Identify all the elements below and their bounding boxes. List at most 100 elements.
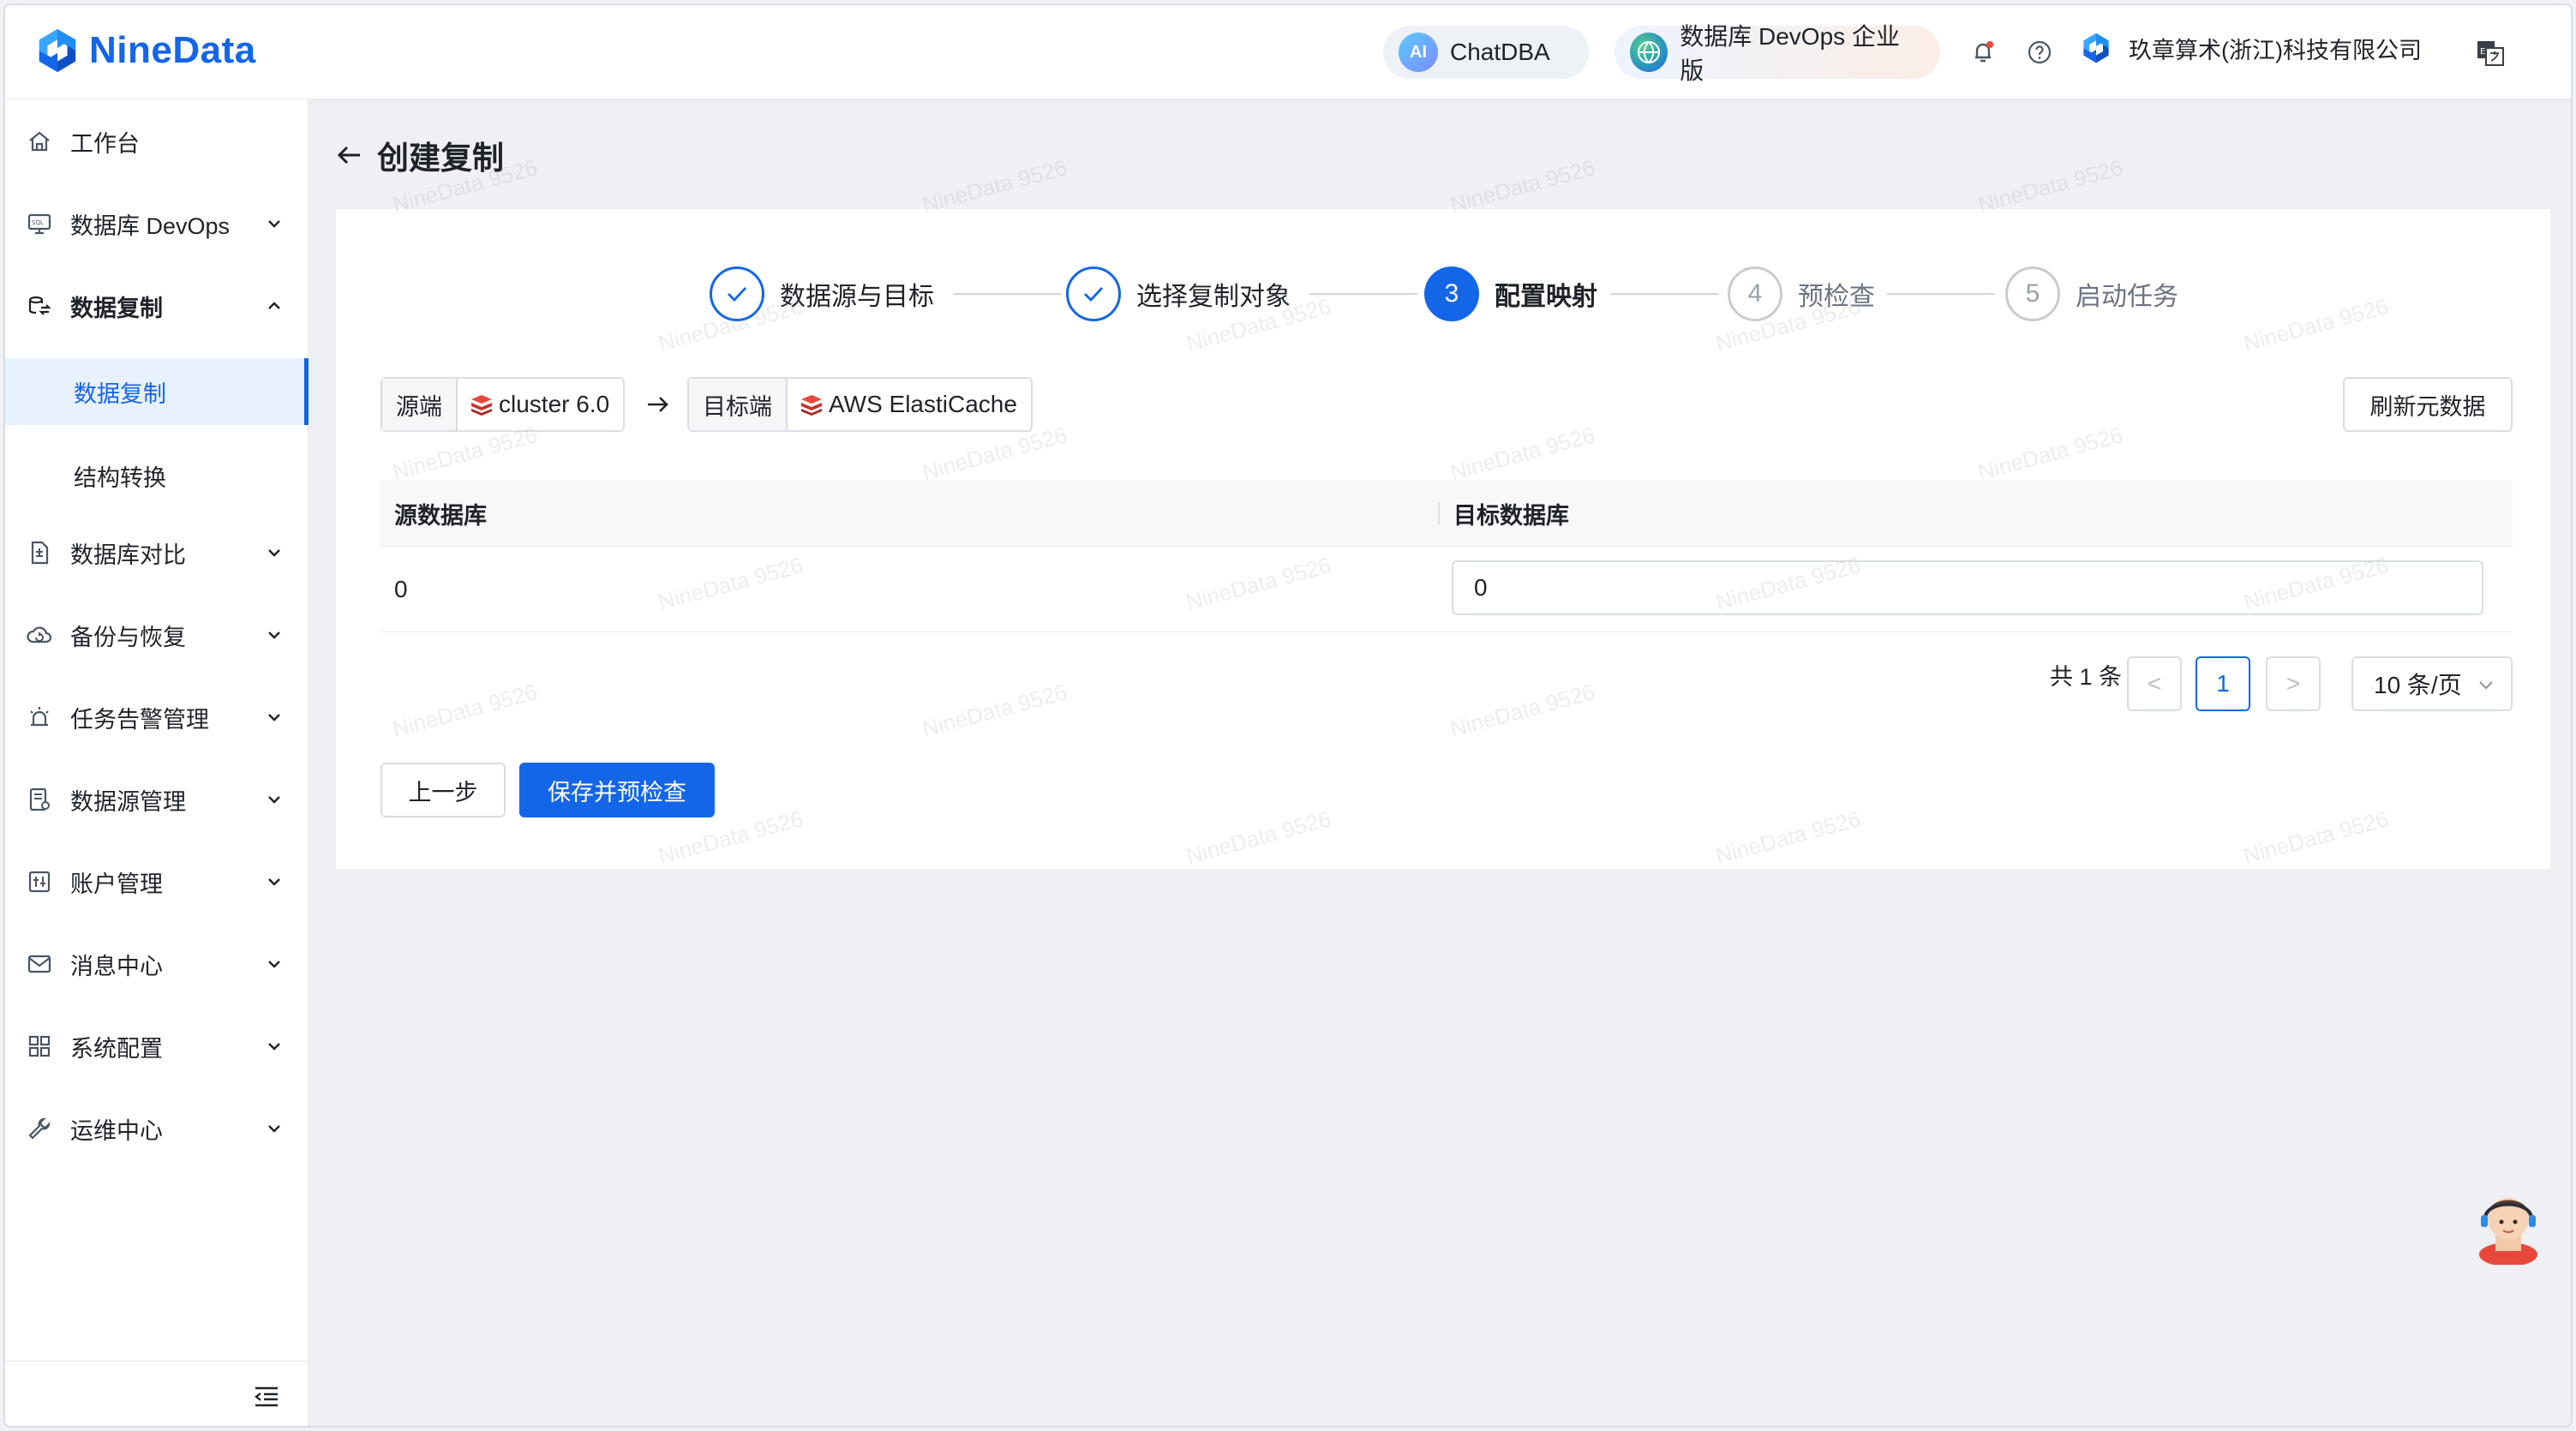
sidebar-item-devops[interactable]: SQL 数据库 DevOps <box>5 190 309 257</box>
ninedata-logo-icon <box>39 28 76 73</box>
save-and-precheck-button[interactable]: 保存并预检查 <box>519 763 715 817</box>
cloud-backup-icon <box>26 621 53 649</box>
step-label: 启动任务 <box>2076 283 2178 311</box>
target-value-text: AWS ElastiCache <box>829 391 1017 417</box>
sidebar-item-db-compare[interactable]: 数据库对比 <box>5 519 309 586</box>
source-tag: 源端 <box>382 379 458 430</box>
sidebar: 工作台 SQL 数据库 DevOps 数据复制 数据复制 结构转换 数据库对比 … <box>5 99 309 1426</box>
sidebar-item-workbench[interactable]: 工作台 <box>5 108 309 175</box>
redis-icon <box>801 395 822 416</box>
step-4: 4 预检查 <box>1728 266 1875 322</box>
sidebar-subitem-replication[interactable]: 数据复制 <box>5 358 309 425</box>
target-tag: 目标端 <box>689 379 788 430</box>
column-header-target: 目标数据库 <box>1453 502 1569 529</box>
help-icon[interactable] <box>2024 37 2055 68</box>
chevron-down-icon <box>268 1125 280 1133</box>
step-check-icon <box>1066 266 1121 321</box>
sidebar-item-label: 消息中心 <box>70 953 163 979</box>
collapse-sidebar-icon[interactable] <box>252 1382 281 1411</box>
chevron-down-icon <box>268 714 280 721</box>
step-connector <box>1611 293 1719 295</box>
company-logo-icon <box>2083 33 2109 63</box>
sidebar-item-label: 任务告警管理 <box>70 706 209 733</box>
chatdba-label: ChatDBA <box>1450 39 1550 65</box>
page-size-value: 10 条/页 <box>2374 672 2462 698</box>
chatdba-button[interactable]: AI ChatDBA <box>1383 26 1589 79</box>
sidebar-item-replication[interactable]: 数据复制 <box>5 272 309 339</box>
chevron-down-icon <box>268 796 280 804</box>
chevron-up-icon <box>268 302 280 309</box>
mapping-table-header: 源数据库 目标数据库 <box>380 480 2513 547</box>
step-5: 5 启动任务 <box>2005 266 2178 322</box>
sidebar-footer <box>5 1361 309 1426</box>
arrow-right-icon <box>648 397 668 412</box>
sql-monitor-icon: SQL <box>26 210 53 237</box>
svg-text:SQL: SQL <box>32 219 44 226</box>
back-arrow-icon[interactable] <box>334 140 365 171</box>
target-value: AWS ElastiCache <box>788 379 1031 430</box>
replication-icon <box>26 292 53 320</box>
sidebar-item-alarm[interactable]: 任务告警管理 <box>5 684 309 751</box>
sidebar-item-messages[interactable]: 消息中心 <box>5 931 309 997</box>
sidebar-item-backup[interactable]: 备份与恢复 <box>5 602 309 668</box>
sidebar-item-datasource[interactable]: 数据源管理 <box>5 766 309 833</box>
chevron-down-icon <box>268 961 280 968</box>
source-value: cluster 6.0 <box>458 379 623 430</box>
sidebar-subitem-schema-convert[interactable]: 结构转换 <box>5 442 309 509</box>
pagination-total: 共 1 条 <box>2050 664 2123 690</box>
account-icon <box>26 868 53 895</box>
mail-icon <box>26 950 53 978</box>
column-divider <box>1438 502 1440 524</box>
home-icon <box>26 128 53 155</box>
prev-page-button[interactable]: < <box>2127 656 2182 711</box>
column-header-source: 源数据库 <box>394 502 487 529</box>
target-db-input[interactable]: 0 <box>1452 560 2483 615</box>
table-row: 0 0 <box>380 547 2513 632</box>
step-3: 3 配置映射 <box>1424 266 1597 322</box>
page-1-button[interactable]: 1 <box>2196 656 2250 711</box>
source-db-cell: 0 <box>394 576 408 602</box>
page-size-select[interactable]: 10 条/页 <box>2351 656 2513 711</box>
sidebar-item-label: 系统配置 <box>70 1035 163 1062</box>
chevron-down-icon <box>268 878 280 886</box>
chevron-down-icon <box>268 1043 280 1051</box>
company-switcher[interactable]: 玖章算术(浙江)科技有限公司 <box>2079 31 2422 65</box>
globe-icon <box>1630 33 1668 72</box>
sidebar-item-settings[interactable]: 系统配置 <box>5 1013 309 1080</box>
edition-label: 数据库 DevOps 企业版 <box>1680 23 1900 84</box>
app-window: NineData AI ChatDBA 数据库 DevOps 企业版 玖章算术(… <box>3 3 2573 1428</box>
sidebar-item-label: 账户管理 <box>70 871 163 897</box>
chevron-down-icon <box>268 632 280 639</box>
step-connector <box>1309 293 1417 295</box>
sidebar-item-label: 数据复制 <box>74 380 166 407</box>
ai-icon: AI <box>1399 33 1438 72</box>
step-number: 3 <box>1424 266 1479 321</box>
step-label: 数据源与目标 <box>780 283 934 311</box>
brand-logo[interactable]: NineData <box>33 26 256 75</box>
wrench-icon <box>26 1115 53 1142</box>
language-switch-icon[interactable]: En <box>2475 37 2506 68</box>
main-card: 数据源与目标 选择复制对象 3 配置映射 4 预检查 5 启动任务 源端 clu… <box>336 209 2550 869</box>
previous-step-button[interactable]: 上一步 <box>380 763 506 817</box>
refresh-metadata-button[interactable]: 刷新元数据 <box>2343 377 2513 432</box>
sidebar-item-ops[interactable]: 运维中心 <box>5 1095 309 1162</box>
source-endpoint: 源端 cluster 6.0 <box>380 377 626 432</box>
step-connector <box>953 293 1061 295</box>
sidebar-item-label: 结构转换 <box>74 464 166 491</box>
step-check-icon <box>710 266 764 321</box>
sidebar-item-label: 数据复制 <box>70 295 163 321</box>
sidebar-item-account[interactable]: 账户管理 <box>5 848 309 915</box>
sidebar-item-label: 数据源管理 <box>70 788 186 815</box>
company-name: 玖章算术(浙江)科技有限公司 <box>2129 37 2422 63</box>
next-page-button[interactable]: > <box>2266 656 2321 711</box>
alarm-icon <box>26 704 53 731</box>
step-2: 选择复制对象 <box>1066 266 1291 322</box>
edition-button[interactable]: 数据库 DevOps 企业版 <box>1614 23 1940 84</box>
notification-bell-icon[interactable] <box>1968 37 1998 68</box>
grid-icon <box>26 1033 53 1060</box>
sidebar-item-label: 运维中心 <box>70 1117 163 1144</box>
compare-icon <box>26 539 53 566</box>
chevron-down-icon <box>268 549 280 557</box>
step-number: 5 <box>2005 266 2060 321</box>
support-agent-avatar-icon[interactable] <box>2470 1179 2547 1265</box>
